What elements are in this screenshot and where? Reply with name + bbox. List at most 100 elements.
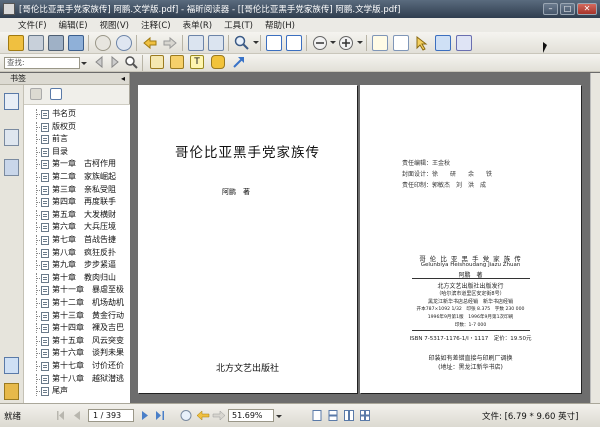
select-arrow-icon[interactable] (414, 35, 430, 51)
rotate-icon[interactable] (188, 35, 204, 51)
zoom-level-field[interactable]: 51.69% (228, 409, 274, 422)
continuous-view-icon[interactable] (328, 410, 338, 421)
vertical-scrollbar[interactable] (590, 73, 600, 403)
select-text-icon[interactable] (393, 35, 409, 51)
note-icon[interactable] (211, 55, 225, 69)
bookmark-item[interactable]: 尾声 (24, 386, 130, 397)
bookmark-item[interactable]: 第七章 首战告捷 (24, 235, 130, 245)
delete-bookmark-icon[interactable] (30, 88, 42, 100)
text-box-icon[interactable]: T (190, 55, 204, 69)
zoom-out-icon[interactable] (312, 35, 328, 51)
print-icon[interactable] (48, 35, 64, 51)
close-button[interactable]: ✕ (577, 3, 597, 15)
zoom-in-dropdown-icon[interactable] (357, 41, 363, 44)
bookmark-item[interactable]: 第十五章 风云突变 (24, 335, 130, 346)
status-text: 就绪 (4, 412, 22, 422)
search-input[interactable]: 查找: (4, 57, 80, 69)
back-icon[interactable] (142, 35, 158, 51)
bookmark-page-icon (41, 210, 49, 220)
thumbnails-tab-icon[interactable] (4, 129, 19, 146)
bookmark-item[interactable]: 前言 (24, 134, 130, 145)
bookmark-label: 第十五章 风云突变 (52, 335, 124, 345)
menu-form[interactable]: 表单(R) (183, 19, 213, 31)
arrow-tool-icon[interactable] (232, 55, 246, 69)
bookmark-item[interactable]: 第十七章 讨价还价 (24, 361, 130, 371)
email-icon[interactable] (68, 35, 84, 51)
previous-page-nav-icon[interactable] (72, 410, 82, 421)
menu-comment[interactable]: 注释(C) (141, 19, 171, 31)
previous-view-icon[interactable] (196, 410, 210, 421)
next-page-nav-icon[interactable] (140, 410, 150, 421)
menu-tools[interactable]: 工具(T) (224, 19, 253, 31)
bookmark-item[interactable]: 第二章 家族崛起 (24, 172, 130, 182)
bookmark-item[interactable]: 第三章 亲私受阻 (24, 184, 130, 195)
bookmark-label: 第一章 古柯作用 (52, 159, 116, 169)
bookmark-item[interactable]: 第十二章 机场劫机 (24, 298, 130, 308)
hand-tool-icon[interactable] (372, 35, 388, 51)
bookmark-item[interactable]: 书名页 (24, 109, 130, 119)
bookmark-item[interactable]: 第四章 再度联手 (24, 197, 130, 208)
bookmark-label: 第十二章 机场劫机 (52, 298, 124, 307)
bookmarks-tab-icon[interactable] (4, 93, 19, 110)
bookmark-item[interactable]: 版权页 (24, 121, 130, 132)
zoom-in-icon[interactable] (338, 35, 354, 51)
zoom-icon[interactable] (234, 35, 250, 51)
open-icon[interactable] (8, 35, 24, 51)
copy-icon[interactable] (208, 35, 224, 51)
attachments-tab-icon[interactable] (4, 357, 19, 374)
go-back-icon[interactable] (179, 410, 193, 421)
mouse-cursor-icon (543, 42, 547, 53)
single-page-view-icon[interactable] (312, 410, 322, 421)
pencil-icon[interactable] (170, 55, 184, 69)
snapshot-icon[interactable] (435, 35, 451, 51)
bookmark-item[interactable]: 第十四章 裸及吉巴 (24, 323, 130, 334)
zoom-dropdown-icon[interactable] (253, 41, 259, 44)
bookmark-item[interactable]: 第十六章 谈判未果 (24, 348, 130, 359)
bookmark-item[interactable]: 第六章 大兵压境 (24, 222, 130, 233)
menu-view[interactable]: 视图(V) (100, 19, 129, 31)
bookmark-panel-header: 书签 ◂ (0, 73, 129, 85)
minimize-button[interactable]: – (543, 3, 558, 15)
search-dropdown-icon[interactable] (81, 62, 87, 65)
find-previous-icon[interactable] (92, 55, 106, 69)
search-icon[interactable] (124, 55, 138, 69)
bookmark-item[interactable]: 第十三章 黄金行动 (24, 310, 130, 321)
first-page-nav-icon[interactable] (56, 410, 66, 421)
bookmark-item[interactable]: 目录 (24, 146, 130, 157)
bookmark-item[interactable]: 第十八章 越狱潜逃 (24, 373, 130, 384)
last-page-icon[interactable] (116, 35, 132, 51)
image-icon[interactable] (456, 35, 472, 51)
last-page-nav-icon[interactable] (155, 410, 165, 421)
menu-help[interactable]: 帮助(H) (265, 19, 295, 31)
bookmark-item[interactable]: 第十章 教肉归山 (24, 272, 130, 283)
fit-page-icon[interactable] (266, 35, 282, 51)
bookmark-item[interactable]: 第十一章 暴虐至极 (24, 285, 130, 296)
new-bookmark-icon[interactable] (50, 88, 62, 100)
bookmark-item[interactable]: 第五章 大发横财 (24, 209, 130, 220)
next-view-icon[interactable] (212, 410, 226, 421)
first-page-icon[interactable] (95, 35, 111, 51)
collapse-panel-icon[interactable]: ◂ (121, 73, 125, 84)
typewriter-icon[interactable] (150, 55, 164, 69)
menu-file[interactable]: 文件(F) (18, 19, 47, 31)
bookmark-item[interactable]: 第一章 古柯作用 (24, 159, 130, 170)
zoom-field-dropdown-icon[interactable] (276, 415, 282, 418)
cip-line: （哈尔滨市道里区安定街8号） (436, 291, 505, 297)
document-view[interactable]: 哥伦比亚黑手党家族传 阿鹏 著 北方文艺出版社 责任编辑：王金秋 封面设计：徐 … (131, 73, 600, 403)
continuous-facing-view-icon[interactable] (360, 410, 370, 421)
cip-footer: (地址：黑龙江新华书店) (438, 364, 503, 371)
save-icon[interactable] (28, 35, 44, 51)
bookmark-label: 目录 (52, 146, 68, 156)
maximize-button[interactable]: □ (560, 3, 575, 15)
page-number-field[interactable]: 1 / 393 (88, 409, 134, 422)
bookmark-item[interactable]: 第八章 疯狂反扑 (24, 247, 130, 258)
menu-edit[interactable]: 编辑(E) (59, 19, 88, 31)
zoom-level-dropdown-icon[interactable] (330, 41, 336, 44)
bookmark-item[interactable]: 第九章 步步紧逼 (24, 260, 130, 271)
facing-view-icon[interactable] (344, 410, 354, 421)
layers-tab-icon[interactable] (4, 159, 19, 176)
forward-icon[interactable] (162, 35, 178, 51)
fit-width-icon[interactable] (286, 35, 302, 51)
security-tab-icon[interactable] (4, 383, 19, 400)
find-next-icon[interactable] (108, 55, 122, 69)
